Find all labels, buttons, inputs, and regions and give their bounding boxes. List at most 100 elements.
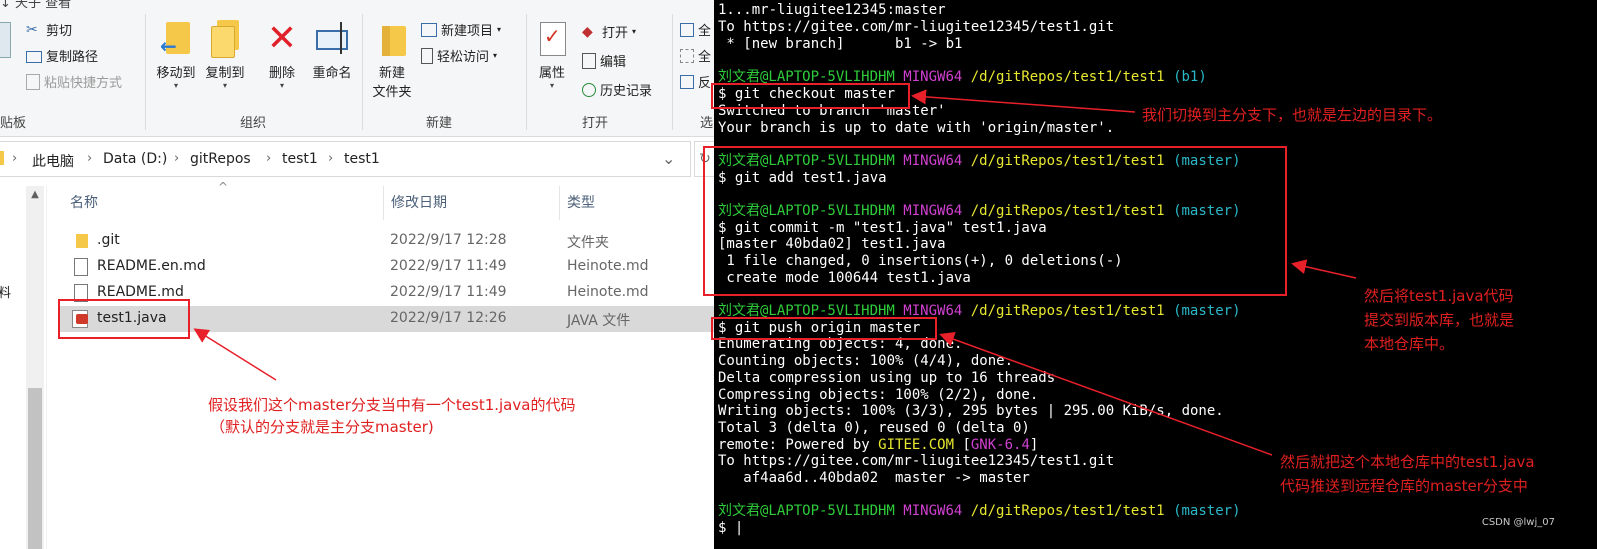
clipboard-group-label: 贴板 <box>0 116 27 131</box>
breadcrumb-separator-icon: › <box>328 151 334 166</box>
chevron-down-icon: ▾ <box>493 51 498 60</box>
breadcrumb-separator-icon: › <box>266 151 272 166</box>
paste-shortcut-icon <box>26 73 40 90</box>
breadcrumb-test1-current[interactable]: test1 <box>344 151 380 167</box>
breadcrumb-this-pc[interactable]: 此电脑 <box>32 151 74 171</box>
properties-icon: ✓ <box>534 20 570 58</box>
terminal-line: * [new branch] b1 -> b1 <box>718 36 963 52</box>
file-type: Heinote.md <box>567 258 649 274</box>
paste-shortcut-button[interactable]: 粘贴快捷方式 <box>26 72 122 91</box>
file-name: README.en.md <box>97 258 206 274</box>
delete-button[interactable]: ✕ 删除 ▾ <box>262 18 302 91</box>
history-button[interactable]: 历史记录 <box>582 80 652 99</box>
open-button[interactable]: ◆ 打开 ▾ <box>582 22 637 42</box>
highlight-box-add-commit <box>703 146 1287 296</box>
column-header-type[interactable]: 类型 <box>567 186 595 220</box>
ribbon: ↓ 天子 查看 贴 ✂ 剪切 复制路径 粘贴快捷方式 贴板 ← 移动到 ▾ <box>0 0 714 137</box>
move-to-button[interactable]: ← 移动到 ▾ <box>152 20 200 90</box>
prompt-line: 刘文君@LAPTOP-5VLIHDHM MINGW64 /d/gitRepos/… <box>718 503 1241 519</box>
clipboard-icon <box>0 22 11 58</box>
chevron-down-icon[interactable]: ⌄ <box>662 149 675 168</box>
delete-x-icon: ✕ <box>266 18 298 59</box>
invert-selection-icon <box>680 74 694 89</box>
breadcrumb-test1[interactable]: test1 <box>282 151 318 167</box>
organize-group-label: 组织 <box>240 116 267 131</box>
new-group-label: 新建 <box>426 116 453 131</box>
terminal-line: To https://gitee.com/mr-liugitee12345/te… <box>718 19 1115 35</box>
ribbon-separator <box>362 14 363 130</box>
select-all-icon <box>680 22 694 37</box>
select-group-label: 选 <box>700 116 714 131</box>
rename-icon <box>314 20 350 58</box>
cut-button[interactable]: ✂ 剪切 <box>26 20 72 40</box>
file-row-git[interactable]: .git 2022/9/17 12:28 文件夹 <box>60 228 714 254</box>
file-modified: 2022/9/17 11:49 <box>390 284 507 300</box>
file-name: README.md <box>97 284 184 300</box>
terminal-line: Counting objects: 100% (4/4), done. <box>718 353 1014 369</box>
breadcrumb-separator-icon: › <box>174 151 180 166</box>
file-name: .git <box>97 232 120 248</box>
highlight-box-push <box>711 317 937 340</box>
annotation-commit: 然后将test1.java代码 提交到版本库，也就是 本地仓库中。 <box>1364 287 1515 353</box>
new-item-button[interactable]: 新建项目 ▾ <box>421 20 501 39</box>
terminal-line: af4aa6d..40bda02 master -> master <box>718 470 1030 486</box>
column-header-modified[interactable]: 修改日期 <box>391 186 447 220</box>
scroll-up-icon[interactable]: ▲ <box>26 186 44 204</box>
copy-to-button[interactable]: 复制到 ▾ <box>201 20 249 90</box>
watermark: CSDN @lwj_07 <box>1481 517 1555 528</box>
chevron-down-icon: ▾ <box>632 27 637 36</box>
document-icon <box>74 258 88 276</box>
easy-access-icon <box>421 47 433 64</box>
terminal-line: Compressing objects: 100% (2/2), done. <box>718 387 1039 403</box>
move-to-icon: ← <box>158 20 194 58</box>
breadcrumb-separator-icon: › <box>87 151 93 166</box>
breadcrumb-separator-icon: › <box>12 151 18 166</box>
terminal-line: 1...mr-liugitee12345:master <box>718 2 946 18</box>
copy-to-icon <box>207 20 243 58</box>
nav-scrollbar-thumb[interactable] <box>28 388 42 549</box>
file-row-readme-en[interactable]: README.en.md 2022/9/17 11:49 Heinote.md <box>60 254 714 280</box>
chevron-down-icon: ▾ <box>497 25 502 34</box>
annotation-push: 然后就把这个本地仓库中的test1.java 代码推送到远程仓库的master分… <box>1280 453 1535 495</box>
properties-button[interactable]: ✓ 属性 ▾ <box>532 20 572 90</box>
file-type: 文件夹 <box>567 235 609 251</box>
breadcrumb-drive[interactable]: Data (D:) <box>103 151 167 167</box>
paste-button[interactable]: 贴 <box>0 22 14 59</box>
terminal-line: Total 3 (delta 0), reused 0 (delta 0) <box>718 420 1030 436</box>
highlight-box-checkout <box>711 83 910 109</box>
ribbon-tabs-partial: ↓ 天子 查看 <box>0 0 72 11</box>
column-header-name[interactable]: 名称 <box>70 186 98 220</box>
file-explorer-window: ↓ 天子 查看 贴 ✂ 剪切 复制路径 粘贴快捷方式 贴板 ← 移动到 ▾ <box>0 0 714 549</box>
ribbon-separator <box>672 14 673 130</box>
terminal-line: Delta compression using up to 16 threads <box>718 370 1056 386</box>
terminal-cursor-line[interactable]: $ | <box>718 520 743 536</box>
breadcrumb-gitrepos[interactable]: gitRepos <box>190 151 251 167</box>
file-type: Heinote.md <box>567 284 649 300</box>
edit-button[interactable]: 编辑 <box>582 51 626 70</box>
annotation-checkout: 我们切换到主分支下，也就是左边的目录下。 <box>1142 106 1443 124</box>
annotation-master-branch: 假设我们这个master分支当中有一个test1.java的代码 （默认的分支就… <box>208 396 576 436</box>
folder-small-icon <box>0 151 4 165</box>
select-none-button[interactable]: 全 <box>680 46 711 65</box>
nav-item-partial[interactable]: 料 <box>0 282 11 301</box>
new-folder-icon <box>374 20 410 58</box>
select-none-icon <box>680 48 694 63</box>
select-all-button[interactable]: 全 <box>680 20 711 39</box>
column-divider[interactable] <box>383 186 384 220</box>
copy-path-icon <box>26 51 42 63</box>
invert-selection-button[interactable]: 反 <box>680 72 711 91</box>
file-modified: 2022/9/17 12:26 <box>390 310 507 326</box>
edit-icon <box>582 52 596 69</box>
file-modified: 2022/9/17 12:28 <box>390 232 507 248</box>
new-item-icon <box>421 22 437 37</box>
file-type: JAVA 文件 <box>567 313 631 329</box>
address-bar[interactable]: › 此电脑 › Data (D:) › gitRepos › test1 › t… <box>0 141 691 177</box>
copy-path-button[interactable]: 复制路径 <box>26 46 98 65</box>
rename-button[interactable]: 重命名 <box>307 20 357 81</box>
column-divider[interactable] <box>559 186 560 220</box>
terminal-line: Your branch is up to date with 'origin/m… <box>718 120 1115 136</box>
easy-access-button[interactable]: 轻松访问 ▾ <box>421 46 497 65</box>
terminal-line: Writing objects: 100% (3/3), 295 bytes |… <box>718 403 1224 419</box>
new-folder-button[interactable]: 新建 文件夹 <box>368 20 416 100</box>
ribbon-separator <box>526 14 527 130</box>
